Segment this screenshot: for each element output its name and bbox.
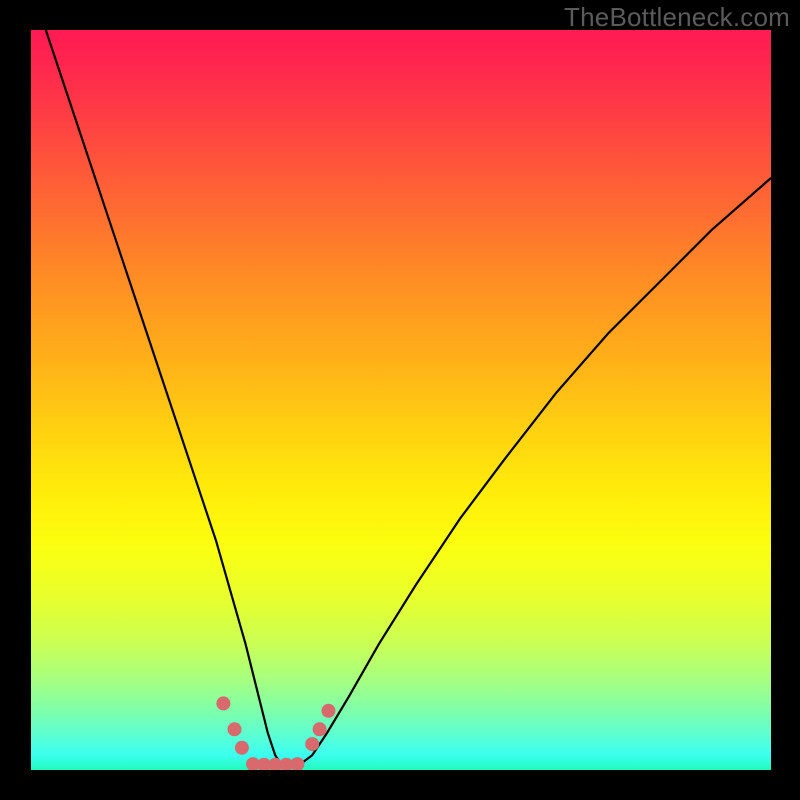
curve-marker <box>228 722 242 736</box>
curve-marker <box>322 704 336 718</box>
curve-marker <box>235 741 249 755</box>
bottleneck-curve <box>31 30 771 766</box>
curve-marker <box>216 696 230 710</box>
curve-marker <box>305 737 319 751</box>
curve-markers <box>216 696 335 770</box>
plot-area <box>31 30 771 770</box>
curve-marker <box>290 757 304 770</box>
curve-svg <box>31 30 771 770</box>
chart-frame: TheBottleneck.com <box>0 0 800 800</box>
curve-marker <box>313 722 327 736</box>
watermark-text: TheBottleneck.com <box>564 2 790 33</box>
